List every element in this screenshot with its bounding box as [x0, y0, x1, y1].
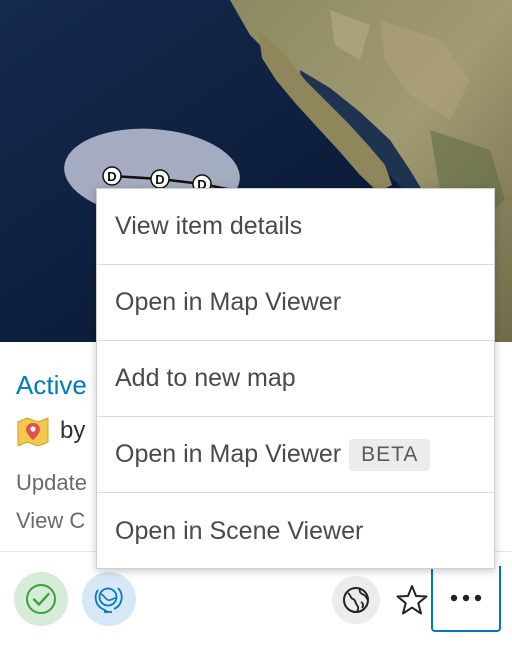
menu-item-label: Open in Map Viewer [115, 288, 342, 316]
authoritative-check-icon [26, 584, 56, 614]
sync-globe-icon [94, 587, 123, 613]
sync-globe-button[interactable] [82, 572, 136, 626]
favorite-button[interactable] [392, 578, 432, 622]
menu-item-label: View item details [115, 212, 303, 240]
share-everyone-button[interactable] [332, 576, 380, 624]
owner-row: by [16, 414, 85, 448]
menu-item-open-in-map-viewer-beta[interactable]: Open in Map Viewer BETA [97, 417, 494, 493]
svg-text:D: D [155, 172, 164, 187]
more-actions-button[interactable] [431, 566, 501, 632]
view-count: View C [16, 508, 86, 533]
authoritative-badge-button[interactable] [14, 572, 68, 626]
menu-item-add-to-new-map[interactable]: Add to new map [97, 341, 494, 417]
menu-item-label: Open in Scene Viewer [115, 516, 364, 545]
more-horizontal-icon [450, 594, 482, 602]
menu-item-open-in-scene-viewer[interactable]: Open in Scene Viewer [97, 493, 494, 569]
actions-dropdown-menu: View item details Open in Map Viewer Add… [96, 188, 495, 569]
updated-date: Update [16, 470, 87, 495]
menu-item-label: Open in Map Viewer [115, 440, 342, 468]
menu-item-open-in-map-viewer[interactable]: Open in Map Viewer [97, 265, 494, 341]
beta-badge: BETA [349, 438, 431, 471]
menu-item-view-item-details[interactable]: View item details [97, 189, 494, 265]
star-icon [396, 585, 428, 615]
globe-icon [343, 587, 369, 613]
item-title-link[interactable]: Active [16, 370, 87, 401]
menu-item-label: Add to new map [115, 364, 296, 392]
owner-prefix: by [60, 417, 86, 444]
web-map-type-icon [16, 416, 50, 446]
item-card: D D D Active by Update View C View item … [0, 0, 512, 648]
svg-text:D: D [107, 169, 116, 184]
